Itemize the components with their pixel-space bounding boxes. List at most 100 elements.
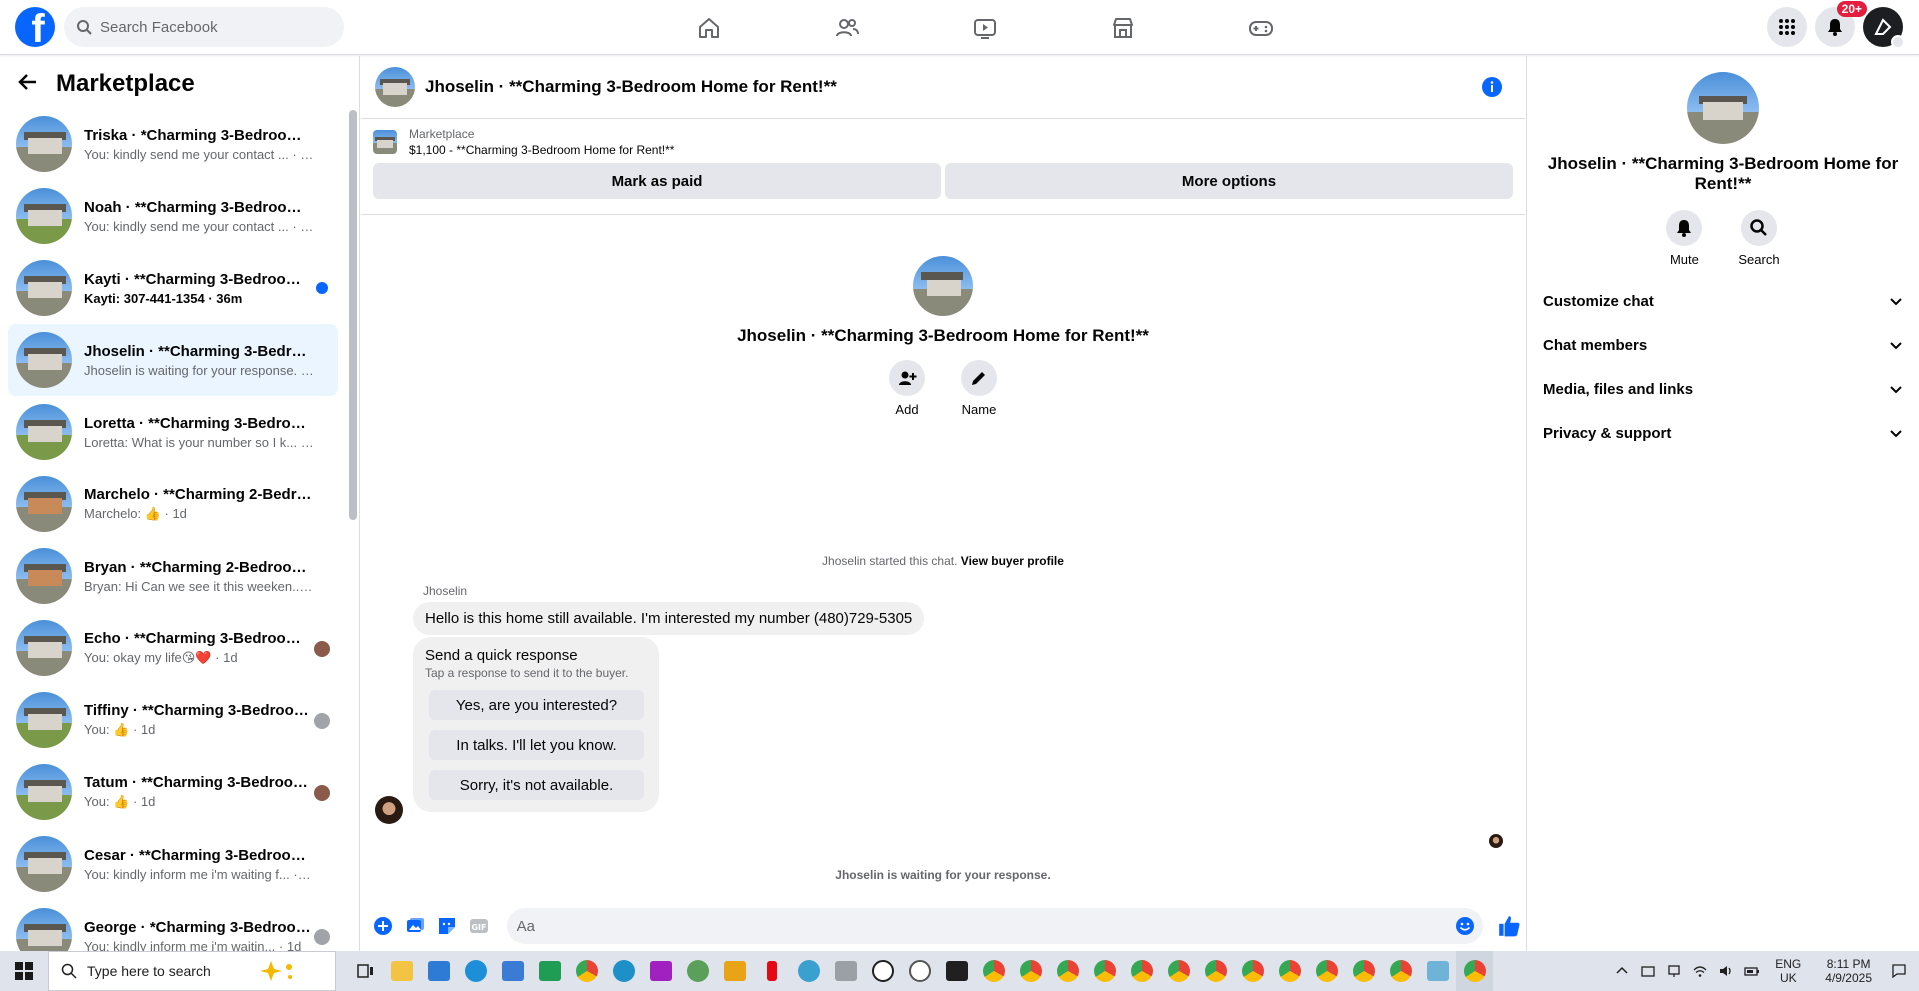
nav-video[interactable] [916,0,1054,55]
more-options-button[interactable]: More options [945,163,1513,199]
mute-button[interactable]: Mute [1666,210,1703,267]
taskbar-app-5[interactable] [531,951,568,991]
taskbar-app-15[interactable] [901,951,938,991]
info-icon[interactable] [1481,76,1503,98]
taskbar-app-28[interactable] [1419,951,1456,991]
taskbar-app-7[interactable] [605,951,642,991]
taskbar-chrome-active[interactable] [1456,951,1493,991]
taskbar-chrome-10[interactable] [1271,951,1308,991]
taskbar-chrome-12[interactable] [1345,951,1382,991]
conversation-item[interactable]: Kayti · **Charming 3-Bedroom Home for Re… [8,252,338,324]
conversation-item[interactable]: Triska · *Charming 3-Bedroom Home for Re… [8,108,338,180]
taskbar-chrome-9[interactable] [1234,951,1271,991]
taskbar-app-12[interactable] [790,951,827,991]
notification-center-icon[interactable] [1891,963,1907,979]
quick-response-not-available[interactable]: Sorry, it's not available. [429,770,644,800]
quick-response-in-talks[interactable]: In talks. I'll let you know. [429,730,644,760]
start-button[interactable] [0,951,48,991]
taskbar-store[interactable] [494,951,531,991]
conversation-item[interactable]: Noah · **Charming 3-Bedroom Home for Ren… [8,180,338,252]
gif-button[interactable]: GIF [463,910,495,942]
taskbar-chrome-2[interactable] [975,951,1012,991]
attach-photo-button[interactable] [399,910,431,942]
section-privacy-support[interactable]: Privacy & support [1527,411,1919,455]
network-icon[interactable] [1666,963,1682,979]
taskbar-search-input[interactable] [87,963,257,979]
taskbar-app-10[interactable] [716,951,753,991]
conversation-item[interactable]: Marchelo · **Charming 2-Bedroom Home for… [8,468,338,540]
conversation-item[interactable]: Echo · **Charming 3-Bedroom Home for Ren… [8,612,338,684]
nav-friends[interactable] [778,0,916,55]
conversation-item[interactable]: Tatum · **Charming 3-Bedroom Home for Re… [8,756,338,828]
taskbar-app-16[interactable] [938,951,975,991]
mark-as-paid-button[interactable]: Mark as paid [373,163,941,199]
taskbar-file-explorer[interactable] [383,951,420,991]
taskbar-chrome-8[interactable] [1197,951,1234,991]
sticker-button[interactable] [431,910,463,942]
emoji-icon[interactable] [1455,916,1475,936]
volume-icon[interactable] [1718,963,1734,979]
taskbar-chrome-6[interactable] [1123,951,1160,991]
menu-button[interactable] [1767,7,1807,47]
conversation-item[interactable]: Bryan · **Charming 2-Bedroom Home for Re… [8,540,338,612]
security-icon[interactable] [1640,963,1656,979]
notifications-button[interactable]: 20+ [1815,1,1867,47]
taskbar-chrome-3[interactable] [1012,951,1049,991]
taskbar-chrome-11[interactable] [1308,951,1345,991]
message-input[interactable] [516,917,1437,935]
sender-avatar[interactable] [375,796,403,824]
view-buyer-profile-link[interactable]: View buyer profile [961,554,1064,568]
battery-icon[interactable] [1744,963,1760,979]
clock[interactable]: 8:11 PM 4/9/2025 [1825,957,1872,985]
message-input-wrapper[interactable] [506,908,1484,944]
section-media-files-links[interactable]: Media, files and links [1527,367,1919,411]
language-indicator[interactable]: ENG UK [1775,957,1801,985]
details-avatar[interactable] [1687,72,1759,144]
section-chat-members[interactable]: Chat members [1527,323,1919,367]
like-button[interactable] [1493,910,1525,942]
conversation-item[interactable]: Cesar · **Charming 3-Bedroom Home for Re… [8,828,338,900]
taskbar-netflix[interactable] [753,951,790,991]
conversation-item[interactable]: George · *Charming 3-Bedroom Home for Re… [8,900,338,951]
profile-button[interactable] [1863,7,1905,49]
nav-home[interactable] [640,0,778,55]
friends-icon [836,18,859,36]
facebook-search[interactable] [64,7,344,47]
facebook-logo[interactable]: f [15,7,55,47]
taskbar-edge[interactable] [457,951,494,991]
nav-marketplace[interactable] [1054,0,1192,55]
more-actions-button[interactable] [367,910,399,942]
conversation-item[interactable]: Jhoselin · **Charming 3-Bedroom Home for… [8,324,338,396]
taskbar-search[interactable] [48,951,336,991]
quick-response-yes[interactable]: Yes, are you interested? [429,690,644,720]
add-member-button[interactable]: Add [889,360,925,417]
rename-button[interactable]: Name [961,360,997,417]
listing-thumbnail[interactable] [373,130,397,154]
taskbar-app-8[interactable] [642,951,679,991]
conversation-item[interactable]: Tiffiny · **Charming 3-Bedroom Home for … [8,684,338,756]
incoming-message[interactable]: Hello is this home still available. I'm … [413,602,925,635]
back-button[interactable] [16,70,40,99]
taskbar-chrome-13[interactable] [1382,951,1419,991]
nav-gaming[interactable] [1192,0,1330,55]
taskbar-app-13[interactable] [827,951,864,991]
task-view-button[interactable] [346,951,383,991]
section-customize-chat[interactable]: Customize chat [1527,279,1919,323]
search-input[interactable] [100,18,320,36]
search-in-chat-button[interactable]: Search [1738,210,1780,267]
taskbar-app-2[interactable] [420,951,457,991]
sidebar-scrollbar[interactable] [349,96,357,951]
taskbar-chrome-1[interactable] [568,951,605,991]
taskbar-chrome-4[interactable] [1049,951,1086,991]
scrollbar-thumb[interactable] [349,110,357,520]
wifi-icon[interactable] [1692,963,1708,979]
conversation-item[interactable]: Loretta · **Charming 3-Bedroom Home for … [8,396,338,468]
chat-avatar[interactable] [375,67,415,107]
taskbar-chrome-7[interactable] [1160,951,1197,991]
taskbar-app-9[interactable] [679,951,716,991]
taskbar-chatgpt[interactable] [864,951,901,991]
chevron-up-icon[interactable] [1614,963,1630,979]
listing-price[interactable]: $1,100 - **Charming 3-Bedroom Home for R… [409,143,674,157]
chat-title[interactable]: Jhoselin · **Charming 3-Bedroom Home for… [425,77,837,97]
taskbar-chrome-5[interactable] [1086,951,1123,991]
